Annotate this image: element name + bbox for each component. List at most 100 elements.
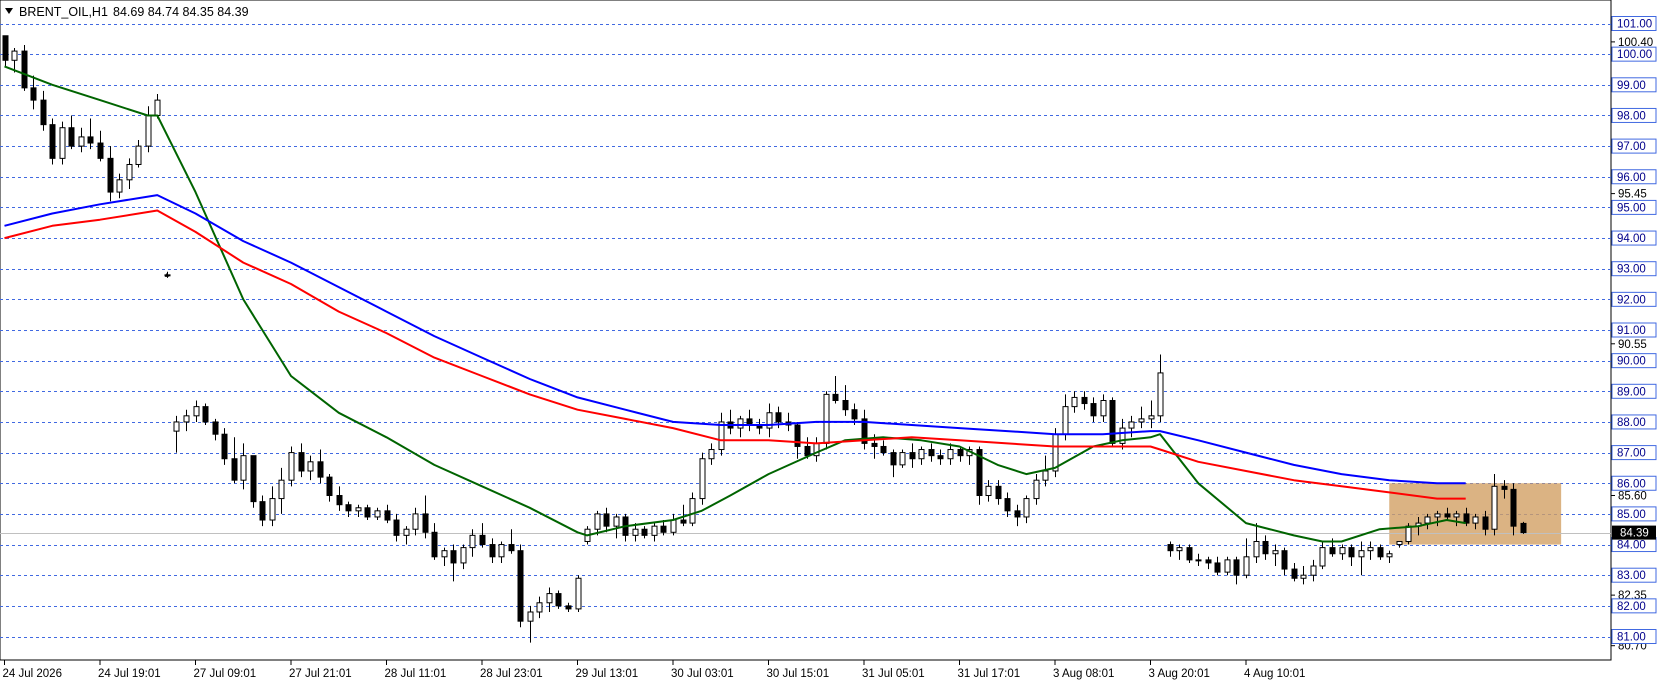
candle-body [689,498,696,524]
candle-body [78,136,85,147]
candle-body [2,35,9,61]
level-label: 87.00 [1617,448,1646,460]
candle[interactable] [575,575,582,612]
candle-body [193,406,200,417]
time-tick-label: 24 Jul 19:01 [98,668,161,680]
level-label: 96.00 [1617,172,1646,184]
candle[interactable] [1109,397,1116,447]
candle-body [393,519,400,536]
level-label: 88.00 [1617,417,1646,429]
candle-body [59,127,66,159]
candle-body [1434,513,1441,518]
candle-body [173,421,180,432]
candle-body [546,593,553,604]
candle-body [517,550,524,622]
price-tick-label: 95.45 [1618,189,1647,201]
candle-body [851,409,858,420]
candle-body [336,495,343,506]
candle[interactable] [288,446,295,487]
candle-body [737,418,744,429]
candle-body [1319,547,1326,567]
level-label: 91.00 [1617,325,1646,337]
candle[interactable] [823,391,830,450]
candle-body [842,399,849,411]
candle[interactable] [1186,544,1193,563]
candle[interactable] [250,455,257,508]
candle-body [1367,547,1374,552]
candle-body [594,513,601,530]
candle[interactable] [1520,521,1527,534]
candle-body [374,510,381,518]
candle-body [231,458,238,481]
candle-body [1186,547,1193,561]
candle-body [403,528,410,536]
candle[interactable] [1052,428,1059,478]
candle[interactable] [59,121,66,165]
candle-body [832,393,839,401]
candle[interactable] [49,118,56,165]
candle-body [555,593,562,607]
candle[interactable] [202,403,209,426]
symbol-label: BRENT_OIL,H1 [19,5,108,19]
candle-body [1281,550,1288,570]
candle-body [298,452,305,472]
candle-body [1004,498,1011,512]
candle-body [1501,485,1508,490]
candle-body [641,528,648,536]
candle-body [957,449,964,457]
time-tick-label: 28 Jul 23:01 [480,668,543,680]
candle-body [775,412,782,423]
level-label: 93.00 [1617,264,1646,276]
candle[interactable] [21,44,28,91]
level-label: 97.00 [1617,141,1646,153]
price-tick-label: 90.55 [1618,339,1647,351]
candle-body [1348,547,1355,558]
candle-body [441,550,448,558]
candle[interactable] [899,449,906,468]
candle-body [1453,513,1460,518]
ohlc-values: 84.69 84.74 84.35 84.39 [113,5,249,19]
candle-body [479,534,486,546]
candle-body [937,455,944,460]
level-label: 89.00 [1617,386,1646,398]
candle-body [40,99,47,126]
time-tick-label: 30 Jul 03:01 [671,668,734,680]
candle-body [317,461,324,478]
candle-body [909,452,916,460]
level-label: 92.00 [1617,294,1646,306]
candle-body [1128,421,1135,429]
candle-body [1224,559,1231,573]
chart-canvas[interactable]: 100.4095.4590.5585.6082.3580.70101.00100… [0,0,1658,684]
candle-body [1358,550,1365,558]
level-label: 101.00 [1617,19,1652,31]
candle-body [431,531,438,558]
candle-body [1463,513,1470,524]
level-label: 99.00 [1617,80,1646,92]
candle-body [1100,399,1107,417]
candle-body [1520,522,1527,534]
candle-body [326,476,333,497]
time-tick-label: 24 Jul 2026 [3,668,62,680]
candle-body [527,611,534,622]
candle-body [1090,403,1097,417]
candle-body [871,442,878,447]
time-tick-label: 27 Jul 09:01 [194,668,257,680]
candle-body [928,449,935,457]
candle-body [278,479,285,500]
candle-body [384,510,391,521]
candle-body [1491,485,1498,530]
candle-body [21,50,28,89]
candle[interactable] [1224,556,1231,576]
candle-body [1148,415,1155,420]
candle-body [660,525,667,533]
candle[interactable] [699,452,706,505]
candle-body [1472,516,1479,524]
candle-body [1291,568,1298,579]
candle-body [508,544,515,552]
candle-body [1405,525,1412,542]
time-tick-label: 27 Jul 21:01 [289,668,352,680]
chart-window[interactable]: 100.40 95.45 90.55 85.60 82.35 80.70 101.00 100… [0,0,1658,684]
candle[interactable] [555,590,562,609]
candle-body [1081,396,1088,405]
candle[interactable] [517,544,524,628]
